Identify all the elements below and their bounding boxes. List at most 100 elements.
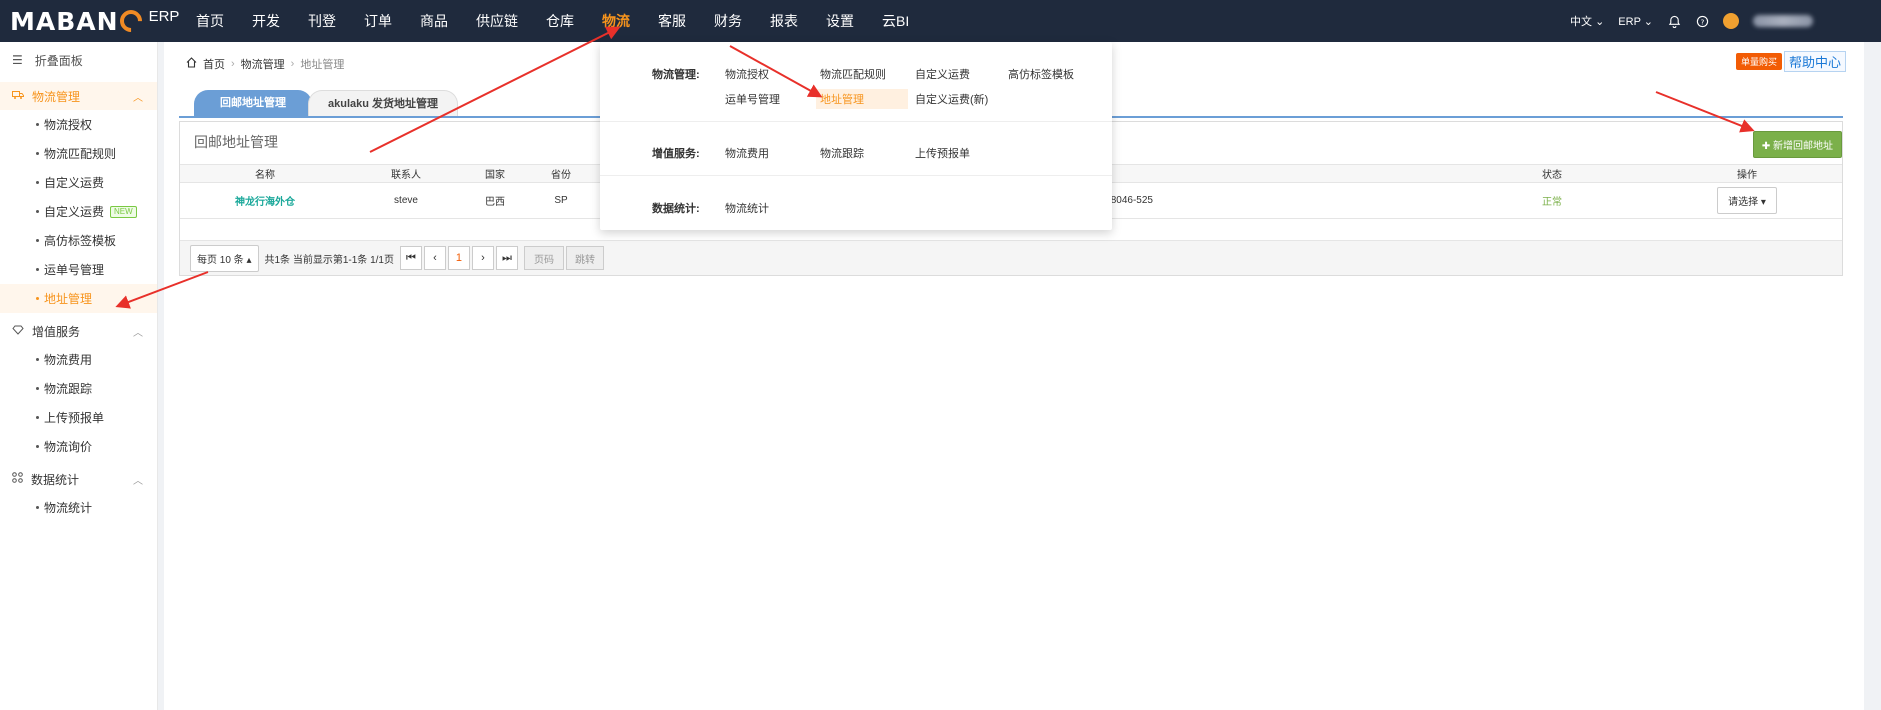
nav-reports[interactable]: 报表 (756, 0, 812, 42)
dd-item-logistics-stats[interactable]: 物流统计 (725, 200, 769, 216)
sidebar-item-tracking-number[interactable]: 运单号管理 (0, 255, 157, 284)
nav-products[interactable]: 商品 (406, 0, 462, 42)
page-summary: 共1条 当前显示第1-1条 1/1页 (264, 254, 394, 266)
sidebar-item-label: 运单号管理 (44, 263, 105, 277)
sidebar-item-label: 地址管理 (44, 292, 93, 306)
dropdown-section-label: 物流管理: (652, 69, 700, 81)
dropdown-divider (600, 121, 1112, 122)
col-actions: 操作 (1652, 164, 1842, 183)
dd-item-address-management[interactable]: 地址管理 (816, 89, 908, 109)
nav-supply-chain[interactable]: 供应链 (462, 0, 532, 42)
chevron-down-icon: ⌄ (1643, 15, 1653, 28)
system-switch[interactable]: ERP ⌄ (1618, 15, 1653, 28)
page-number-current[interactable]: 1 (447, 246, 470, 270)
new-badge: NEW (110, 205, 137, 218)
row-country: 巴西 (462, 182, 528, 219)
page-size-select[interactable]: 每页 10 条 ▴ (190, 244, 259, 272)
chevron-up-icon: ︿ (133, 92, 143, 104)
first-page-button[interactable]: ⏮ (399, 246, 422, 270)
add-return-address-button[interactable]: ✚ 新增回邮地址 (1752, 131, 1842, 158)
nav-finance[interactable]: 财务 (700, 0, 756, 42)
chevron-right-icon: › (290, 58, 295, 70)
prev-page-button[interactable]: ‹ (423, 246, 446, 270)
chevron-up-icon: ︿ (133, 475, 143, 487)
home-icon (186, 57, 197, 71)
nav-orders[interactable]: 订单 (350, 0, 406, 42)
sidebar-item-label: 物流询价 (44, 440, 93, 454)
bell-icon[interactable] (1667, 14, 1681, 28)
sidebar-item-label: 高仿标签模板 (44, 234, 117, 248)
logo[interactable]: MABAN ERP (0, 0, 182, 42)
page-size-label: 每页 10 条 (197, 254, 244, 266)
sidebar-item-logistics-inquiry[interactable]: 物流询价 (0, 432, 157, 461)
avatar[interactable] (1723, 13, 1739, 29)
breadcrumb-home[interactable]: 首页 (203, 56, 225, 72)
sidebar-item-custom-freight[interactable]: 自定义运费 (0, 168, 157, 197)
nav-listing[interactable]: 刊登 (294, 0, 350, 42)
sidebar-item-custom-freight-new[interactable]: 自定义运费 NEW (0, 197, 157, 226)
select-label: 请选择 (1728, 197, 1759, 208)
sidebar-item-logistics-fee[interactable]: 物流费用 (0, 345, 157, 374)
sidebar-group-value-added[interactable]: 增值服务 ︿ (0, 317, 157, 345)
chevron-right-icon: › (481, 252, 485, 264)
tab-akulaku-address[interactable]: akulaku 发货地址管理 (308, 90, 458, 116)
truck-icon (12, 89, 24, 103)
sidebar-item-label: 物流费用 (44, 353, 93, 367)
chevron-right-icon: › (231, 58, 235, 70)
dd-item-label-templates[interactable]: 高仿标签模板 (1008, 66, 1074, 82)
nav-settings[interactable]: 设置 (812, 0, 868, 42)
sidebar-group-logistics-management[interactable]: 物流管理 ︿ (0, 82, 157, 110)
user-name-blurred[interactable] (1753, 15, 1813, 27)
page-number-input[interactable]: 页码 (523, 246, 564, 270)
help-center-link[interactable]: 帮助中心 (1784, 51, 1847, 72)
dropdown-divider (600, 175, 1112, 176)
nav-warehouse[interactable]: 仓库 (532, 0, 588, 42)
dd-item-custom-freight[interactable]: 自定义运费 (915, 66, 970, 82)
add-button-label: 新增回邮地址 (1773, 141, 1833, 152)
dd-item-custom-freight-new[interactable]: 自定义运费(新) (915, 91, 988, 107)
nav-logistics[interactable]: 物流 (588, 0, 644, 42)
nav-customer-service[interactable]: 客服 (644, 0, 700, 42)
sidebar-item-logistics-stats[interactable]: 物流统计 (0, 493, 157, 522)
nav-cloud-bi[interactable]: 云BI (868, 0, 923, 42)
last-page-button[interactable]: ⏭ (495, 246, 518, 270)
row-province: SP (528, 182, 594, 219)
sidebar-item-address-management[interactable]: 地址管理 (0, 284, 157, 313)
logo-sub: ERP (148, 7, 180, 25)
buy-quota-button[interactable]: 单量购买 (1736, 53, 1783, 70)
collapse-panel-button[interactable]: ☰ 折叠面板 (0, 42, 157, 78)
breadcrumb-logistics[interactable]: 物流管理 (241, 56, 285, 72)
breadcrumb: 首页 › 物流管理 › 地址管理 (186, 56, 344, 72)
sidebar-group-statistics[interactable]: 数据统计 ︿ (0, 465, 157, 493)
dropdown-section-label: 数据统计: (652, 203, 700, 215)
dd-item-tracking-number[interactable]: 运单号管理 (725, 91, 780, 107)
sidebar-item-upload-forecast[interactable]: 上传预报单 (0, 403, 157, 432)
sidebar-item-matching-rules[interactable]: 物流匹配规则 (0, 139, 157, 168)
row-action-select[interactable]: 请选择 ▾ (1717, 187, 1777, 214)
dd-item-logistics-tracking[interactable]: 物流跟踪 (820, 145, 864, 161)
sidebar-item-label: 自定义运费 (44, 176, 105, 190)
dd-item-matching-rules[interactable]: 物流匹配规则 (820, 66, 886, 82)
language-switch[interactable]: 中文 ⌄ (1570, 13, 1604, 29)
logo-mark-icon (115, 5, 147, 37)
help-circle-icon[interactable]: ? (1695, 14, 1709, 28)
jump-button[interactable]: 跳转 (565, 246, 604, 270)
next-page-button[interactable]: › (471, 246, 494, 270)
dd-item-logistics-fee[interactable]: 物流费用 (725, 145, 769, 161)
logistics-dropdown-menu: 物流管理: 物流授权 物流匹配规则 自定义运费 高仿标签模板 运单号管理 地址管… (600, 42, 1112, 230)
dd-item-logistics-auth[interactable]: 物流授权 (725, 66, 769, 82)
dd-item-upload-forecast[interactable]: 上传预报单 (915, 145, 970, 161)
tab-return-address[interactable]: 回邮地址管理 (194, 90, 312, 116)
grid-icon (12, 472, 23, 486)
nav-develop[interactable]: 开发 (238, 0, 294, 42)
sidebar-item-label-templates[interactable]: 高仿标签模板 (0, 226, 157, 255)
svg-text:?: ? (1700, 17, 1704, 26)
dropdown-section-label: 增值服务: (652, 148, 700, 160)
row-name-link[interactable]: 神龙行海外仓 (235, 197, 295, 208)
sidebar-group-label: 增值服务 (32, 324, 81, 339)
sidebar-item-logistics-auth[interactable]: 物流授权 (0, 110, 157, 139)
sidebar-item-logistics-tracking[interactable]: 物流跟踪 (0, 374, 157, 403)
nav-home[interactable]: 首页 (182, 0, 238, 42)
plus-icon: ✚ (1761, 141, 1771, 152)
sidebar: ☰ 折叠面板 物流管理 ︿ 物流授权 物流匹配规则 自定义运费 自定义运费 NEW… (0, 42, 158, 710)
